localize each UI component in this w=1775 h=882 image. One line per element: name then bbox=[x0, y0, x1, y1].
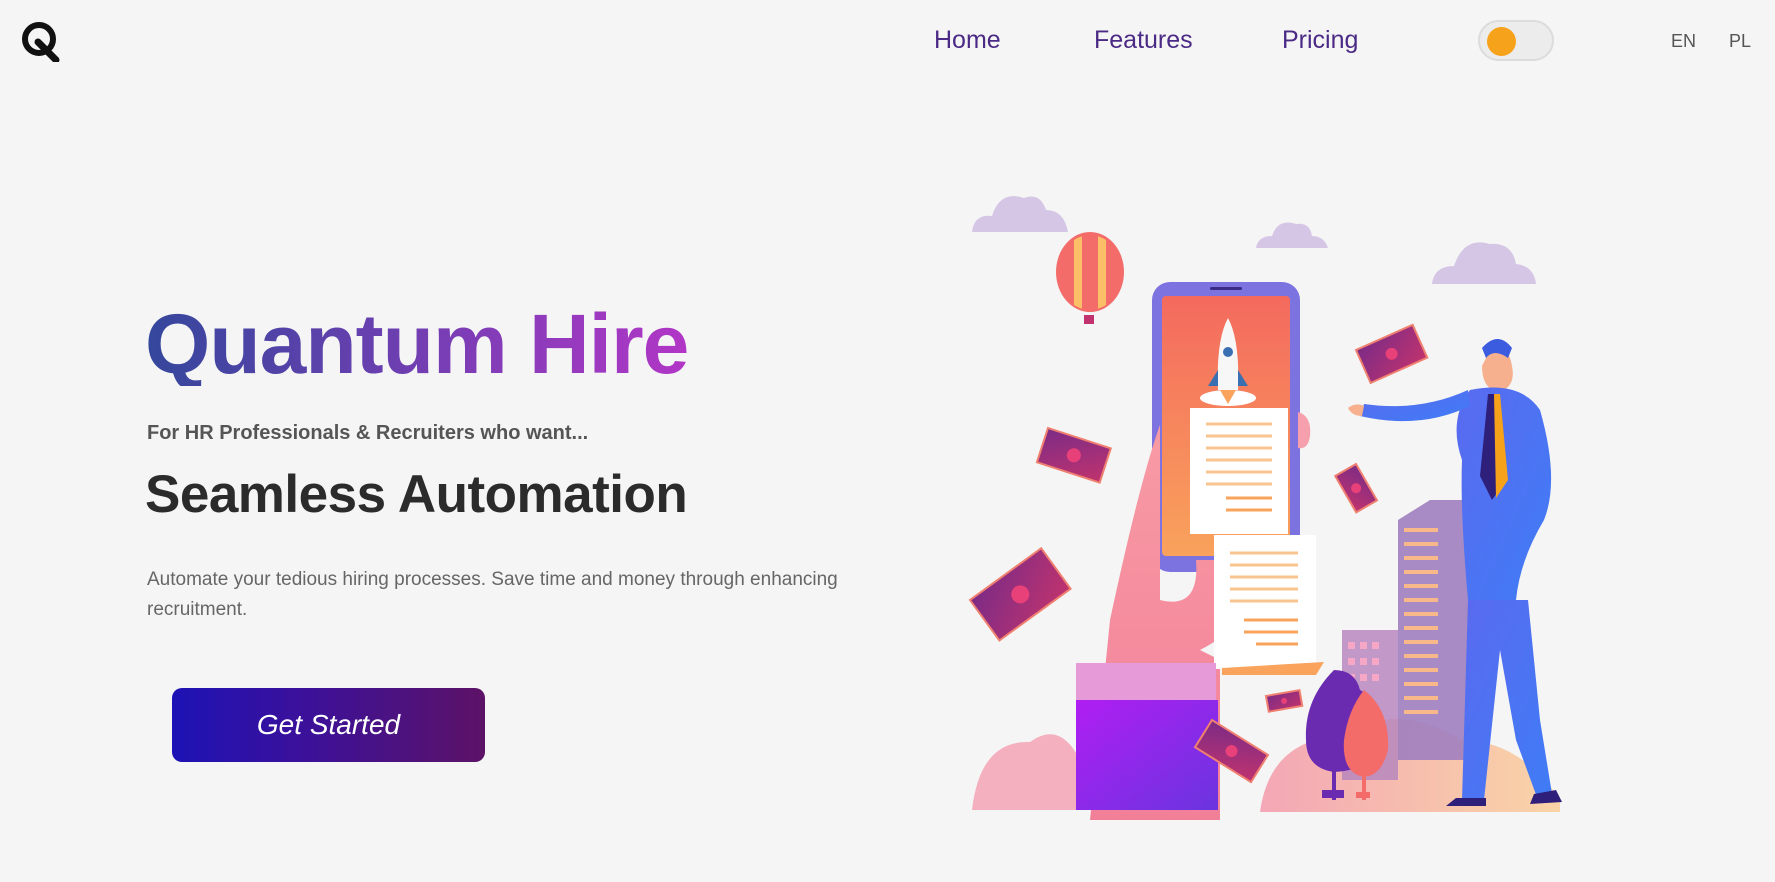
language-pl-button[interactable]: PL bbox=[1729, 31, 1751, 52]
hot-air-balloon-icon bbox=[1056, 232, 1124, 324]
hero-description: Automate your tedious hiring processes. … bbox=[147, 569, 838, 620]
nav-home-link[interactable]: Home bbox=[934, 26, 1001, 55]
hero-subtitle: For HR Professionals & Recruiters who wa… bbox=[147, 422, 589, 444]
toggle-knob bbox=[1487, 27, 1516, 56]
theme-toggle[interactable] bbox=[1478, 20, 1554, 61]
language-en-button[interactable]: EN bbox=[1671, 31, 1696, 52]
get-started-button[interactable]: Get Started bbox=[172, 688, 485, 762]
hero-title: Quantum Hire bbox=[145, 297, 689, 391]
hero-illustration bbox=[968, 196, 1562, 820]
hero-headline: Seamless Automation bbox=[145, 465, 688, 524]
landing-page: Home Features Pricing EN PL Quantum Hire… bbox=[0, 0, 1775, 882]
quantum-logo-icon[interactable] bbox=[20, 20, 62, 62]
nav-features-link[interactable]: Features bbox=[1094, 26, 1193, 55]
nav-pricing-link[interactable]: Pricing bbox=[1282, 26, 1358, 55]
